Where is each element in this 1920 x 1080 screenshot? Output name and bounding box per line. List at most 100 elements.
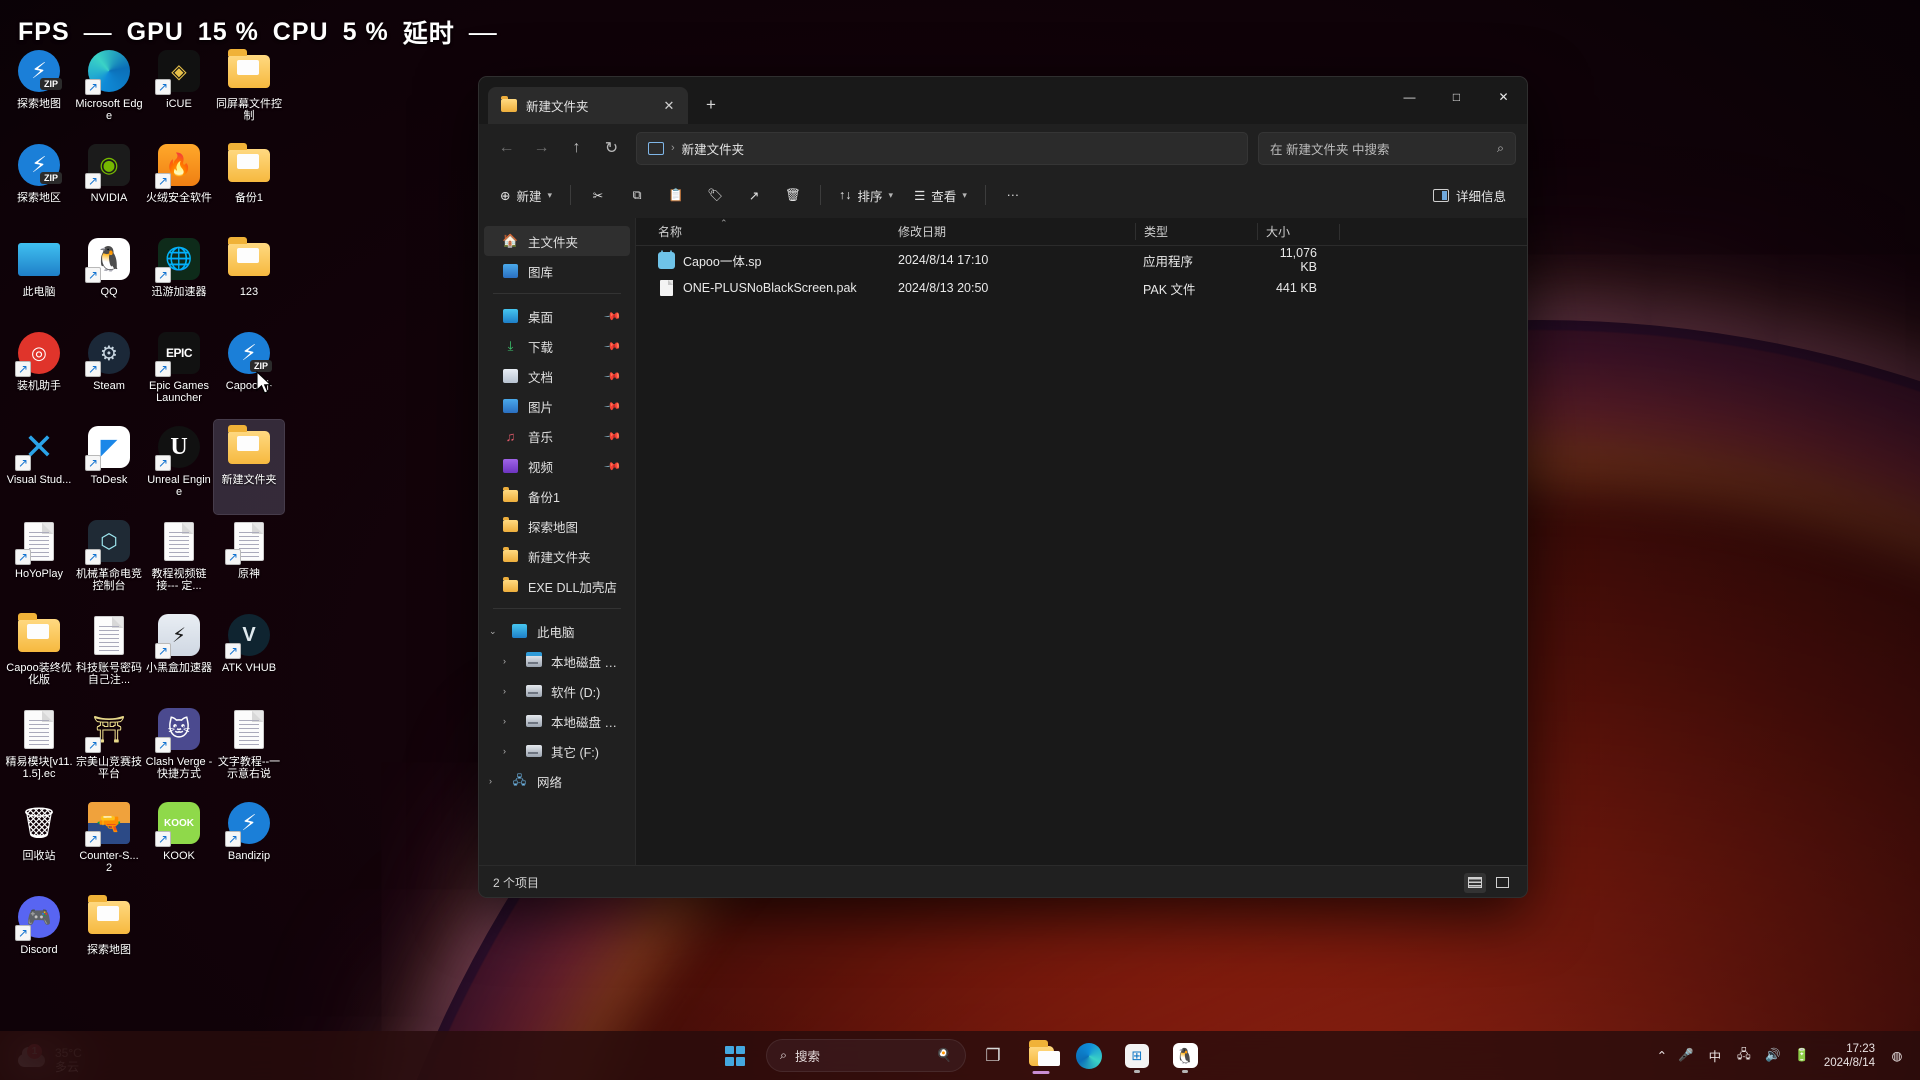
file-row[interactable]: Capoo一体.sp 2024/8/14 17:10 应用程序 11,076 KB [636,246,1527,274]
expand-chevron-icon[interactable]: › [503,656,516,666]
desktop-icon-20[interactable]: 新建文件夹 [213,419,285,515]
volume-icon[interactable]: 🔊 [1760,1041,1786,1071]
nav-item-视频[interactable]: 视频 📌 [484,451,630,481]
view-button[interactable]: ☰ 查看 ▾ [905,179,976,211]
sort-button[interactable]: ↑↓ 排序 ▾ [830,179,902,211]
taskbar[interactable]: ⌕ 搜索 🍳 ❐ ⊞ 🐧 ⌃ 🎤 中 🖧 🔊 🔋 17:23 2024/8/14 [0,1031,1920,1080]
desktop-icon-27[interactable]: ⚡ ↗ 小黑盒加速器 [144,608,214,702]
desktop-icon-34[interactable]: 🔫 ↗ Counter-S... 2 [74,796,144,890]
desktop-icon-1[interactable]: ⚡ ZIP 探索地图 [4,44,74,138]
expand-chevron-icon[interactable]: › [503,716,516,726]
desktop-icon-31[interactable]: 🐱 ↗ Clash Verge - 快捷方式 [144,702,214,796]
nav-item-EXE DLL加壳店[interactable]: EXE DLL加壳店 [484,571,630,601]
tab-new-folder[interactable]: 新建文件夹 ✕ [488,87,688,124]
nav-item-文档[interactable]: 文档 📌 [484,361,630,391]
taskbar-qq[interactable]: 🐧 [1164,1035,1206,1076]
delete-button[interactable]: 🗑 [775,179,811,211]
nav-item-备份1[interactable]: 备份1 [484,481,630,511]
desktop-icon-15[interactable]: EPIC ↗ Epic Games Launcher [144,326,214,420]
nav-item-此电脑[interactable]: ⌄ 此电脑 [484,616,630,646]
file-explorer-window[interactable]: 新建文件夹 ✕ + — □ ✕ ← → ↑ ↻ › 新建文件夹 在 新建文件夹 … [478,76,1528,898]
notification-center-button[interactable]: ◍ [1884,1041,1910,1071]
desktop-icon-7[interactable]: 🔥 ↗ 火绒安全软件 [144,138,214,232]
desktop-icon-5[interactable]: ⚡ ZIP 探索地区 [4,138,74,232]
nav-item-软件 (D:)[interactable]: › 软件 (D:) [484,676,630,706]
nav-item-主文件夹[interactable]: 🏠 主文件夹 [484,226,630,256]
taskbar-microsoft-edge[interactable] [1068,1035,1110,1076]
close-window-button[interactable]: ✕ [1480,77,1527,117]
file-list-pane[interactable]: 名称 ⌃ 修改日期 类型 大小 Capoo一体.sp 2024/8/14 17:10 应用程… [636,218,1527,865]
view-toggle-group[interactable] [1464,872,1513,893]
nav-item-网络[interactable]: › 🖧 网络 [484,766,630,796]
desktop-icon-6[interactable]: ◉ ↗ NVIDIA [74,138,144,232]
desktop-icon-3[interactable]: ◈ ↗ iCUE [144,44,214,138]
system-tray[interactable]: ⌃ 🎤 中 🖧 🔊 🔋 17:23 2024/8/14 ◍ [1654,1041,1910,1071]
desktop-icon-28[interactable]: V ↗ ATK VHUB [214,608,284,702]
file-row[interactable]: ONE-PLUSNoBlackScreen.pak 2024/8/13 20:50… [636,274,1527,302]
nav-item-下载[interactable]: ⤓ 下载 📌 [484,331,630,361]
new-button[interactable]: ⊕ 新建 ▾ [491,179,561,211]
desktop-icon-14[interactable]: ⚙ ↗ Steam [74,326,144,420]
maximize-button[interactable]: □ [1433,77,1480,117]
more-options-button[interactable]: ··· [995,179,1031,211]
back-button[interactable]: ← [490,132,523,165]
desktop-icon-26[interactable]: 科技账号密码自己注... [74,608,144,702]
address-bar[interactable]: › 新建文件夹 [636,131,1248,165]
desktop-icon-19[interactable]: U ↗ Unreal Engine [144,420,214,514]
nav-item-桌面[interactable]: 桌面 📌 [484,301,630,331]
desktop-icon-4[interactable]: 同屏幕文件控制 [214,44,284,138]
copy-button[interactable]: ⧉ [619,179,655,211]
nav-item-本地磁盘 (C:)[interactable]: › 本地磁盘 (C:) [484,646,630,676]
share-button[interactable]: ↗ [736,179,772,211]
refresh-button[interactable]: ↻ [595,132,628,165]
column-header-row[interactable]: 名称 ⌃ 修改日期 类型 大小 [636,218,1527,246]
nav-item-图片[interactable]: 图片 📌 [484,391,630,421]
expand-chevron-icon[interactable]: › [503,686,516,696]
taskbar-microsoft-store[interactable]: ⊞ [1116,1035,1158,1076]
desktop-icon-10[interactable]: 🐧 ↗ QQ [74,232,144,326]
file-list[interactable]: Capoo一体.sp 2024/8/14 17:10 应用程序 11,076 KB ON… [636,246,1527,302]
desktop-icon-30[interactable]: ⛩ ↗ 宗美山竞赛技平台 [74,702,144,796]
desktop-icon-35[interactable]: KOOK ↗ KOOK [144,796,214,890]
nav-item-其它 (F:)[interactable]: › 其它 (F:) [484,736,630,766]
desktop-icon-37[interactable]: 🎮 ↗ Discord [4,890,74,984]
taskbar-clock[interactable]: 17:23 2024/8/14 [1824,1042,1875,1070]
paste-button[interactable]: 📋 [658,179,694,211]
nav-item-探索地图[interactable]: 探索地图 [484,511,630,541]
column-header-type[interactable]: 类型 [1135,223,1257,240]
breadcrumb-current[interactable]: 新建文件夹 [682,139,745,158]
desktop-icon-24[interactable]: ↗ 原神 [214,514,284,608]
expand-chevron-icon[interactable]: › [489,776,502,786]
minimize-button[interactable]: — [1386,77,1433,117]
battery-icon[interactable]: 🔋 [1789,1041,1815,1071]
details-pane-button[interactable]: 详细信息 [1424,179,1515,211]
desktop-icon-22[interactable]: ⬡ ↗ 机械革命电竞控制台 [74,514,144,608]
desktop-icon-17[interactable]: ✕ ↗ Visual Stud... [4,420,74,514]
taskbar-search-box[interactable]: ⌕ 搜索 🍳 [766,1039,966,1072]
column-header-name[interactable]: 名称 ⌃ [650,218,890,240]
close-tab-icon[interactable]: ✕ [658,95,680,117]
cut-button[interactable]: ✂ [580,179,616,211]
taskbar-file-explorer[interactable] [1020,1035,1062,1076]
task-view-button[interactable]: ❐ [972,1035,1014,1076]
desktop-icon-33[interactable]: 🗑 回收站 [4,796,74,890]
desktop-icon-12[interactable]: 123 [214,232,284,326]
desktop-icon-13[interactable]: ◎ ↗ 装机助手 [4,326,74,420]
desktop-icon-8[interactable]: 备份1 [214,138,284,232]
navigation-pane[interactable]: 🏠 主文件夹 图库 桌面 📌 ⤓ 下载 📌 文档 📌 图片 📌 ♫ 音乐 📌 视频 📌 备份1 探索地图 新建文件夹 E… [479,218,636,865]
desktop-icon-32[interactable]: 文字教程--一示意右说 [214,702,284,796]
desktop-icon-18[interactable]: ◤ ↗ ToDesk [74,420,144,514]
up-button[interactable]: ↑ [560,132,593,165]
desktop-icon-38[interactable]: 探索地图 [74,890,144,984]
column-header-date[interactable]: 修改日期 [890,223,1135,240]
tray-overflow-button[interactable]: ⌃ [1654,1041,1670,1071]
forward-button[interactable]: → [525,132,558,165]
desktop-icon-29[interactable]: 精易模块[v11.1.5].ec [4,702,74,796]
ime-indicator[interactable]: 中 [1702,1041,1728,1071]
desktop-icon-25[interactable]: Capoo装终优化版 [4,608,74,702]
desktop-icon-9[interactable]: 此电脑 [4,232,74,326]
nav-item-本地磁盘 (E:)[interactable]: › 本地磁盘 (E:) [484,706,630,736]
desktop-icon-36[interactable]: ⚡ ↗ Bandizip [214,796,284,890]
details-view-toggle[interactable] [1464,872,1486,893]
desktop-icon-11[interactable]: 🌐 ↗ 迅游加速器 [144,232,214,326]
